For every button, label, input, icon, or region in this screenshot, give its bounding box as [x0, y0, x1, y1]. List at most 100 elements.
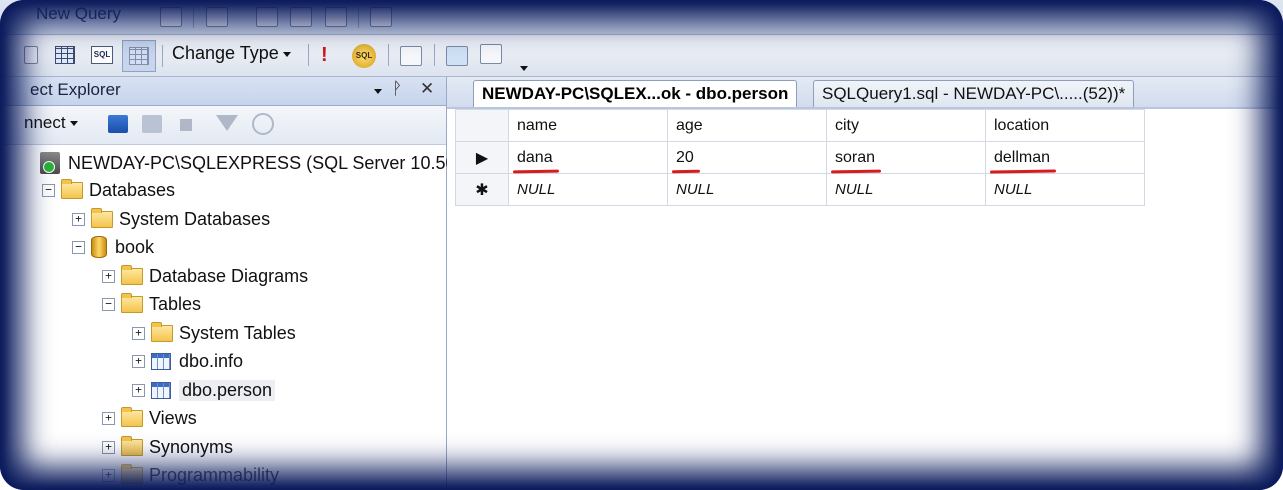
corner-cell[interactable] [455, 109, 509, 142]
tree-item-databases[interactable]: − Databases [42, 177, 175, 203]
cell-city[interactable]: NULL [826, 173, 986, 206]
object-explorer-toolbar: nnect [0, 106, 446, 145]
expand-toggle[interactable]: + [102, 411, 115, 425]
new-row-indicator[interactable]: ✱ [455, 173, 509, 206]
tree-item-label: System Tables [179, 322, 296, 343]
toolbar-icon[interactable] [160, 7, 182, 27]
verify-sql-button[interactable]: SQL [352, 44, 376, 68]
tree-item-programmability[interactable]: + Programmability [102, 462, 279, 488]
tree-item-views[interactable]: + Views [102, 405, 197, 431]
cell-age[interactable]: 20 [667, 141, 827, 174]
stop-icon[interactable] [180, 119, 192, 131]
tree-item-label: Databases [89, 179, 176, 200]
window-position-icon[interactable] [374, 89, 382, 94]
document-area: NEWDAY-PC\SQLEX...ok - dbo.person SQLQue… [447, 77, 1283, 490]
tab-sqlquery1[interactable]: SQLQuery1.sql - NEWDAY-PC\.....(52))* [813, 80, 1135, 107]
change-type-dropdown[interactable]: Change Type [172, 43, 291, 64]
column-header-location[interactable]: location [985, 109, 1145, 142]
connect-dropdown[interactable]: nnect [24, 113, 78, 133]
collapse-toggle[interactable]: − [72, 240, 85, 254]
cell-age[interactable]: NULL [667, 173, 827, 206]
toolbar-icon[interactable] [370, 7, 392, 27]
tab-dbo-person[interactable]: NEWDAY-PC\SQLEX...ok - dbo.person [473, 80, 798, 107]
cell-value: 20 [676, 148, 694, 166]
toolbar-separator [162, 45, 163, 67]
disconnect-icon[interactable] [142, 115, 162, 133]
tree-item-book[interactable]: − book [72, 234, 154, 260]
tree-item-server[interactable]: NEWDAY-PC\SQLEXPRESS (SQL Server 10.50.1 [40, 150, 471, 176]
tree-item-label: dbo.info [179, 350, 244, 371]
add-derived-table-icon[interactable] [480, 44, 502, 64]
table-icon [151, 352, 171, 370]
chevron-down-icon [69, 121, 78, 127]
table-row-new[interactable]: ✱ NULL NULL NULL NULL [455, 173, 1145, 206]
toolbar-separator [434, 44, 435, 66]
pin-icon[interactable]: ᚹ [392, 79, 402, 99]
tree-item-label: Database Diagrams [149, 265, 309, 286]
folder-icon [151, 321, 173, 342]
cell-value: dellman [994, 148, 1051, 166]
filter-icon[interactable] [216, 115, 238, 131]
save-all-icon[interactable] [325, 7, 347, 27]
close-icon[interactable]: ✕ [420, 79, 434, 99]
cell-location[interactable]: dellman [985, 141, 1145, 174]
toolbar-overflow-icon[interactable] [520, 66, 528, 71]
diagram-pane-button[interactable] [22, 41, 40, 69]
sql-pane-button[interactable]: SQL [90, 41, 114, 69]
tree-item-label: Views [149, 407, 197, 428]
folder-icon [121, 292, 143, 313]
add-table-icon[interactable] [446, 46, 468, 66]
folder-icon [121, 463, 143, 484]
connect-object-explorer-icon[interactable] [108, 115, 128, 133]
tree-item-label: Programmability [149, 464, 280, 485]
tree-item-dbo-info[interactable]: + dbo.info [132, 348, 243, 374]
standard-toolbar: New Query [0, 0, 1283, 35]
expand-toggle[interactable]: + [72, 212, 85, 226]
column-header-city[interactable]: city [826, 109, 986, 142]
tree-item-database-diagrams[interactable]: + Database Diagrams [102, 263, 308, 289]
database-icon [91, 236, 107, 258]
refresh-icon[interactable] [252, 113, 274, 135]
cell-name[interactable]: NULL [508, 173, 668, 206]
collapse-toggle[interactable]: − [42, 183, 55, 197]
column-header-name[interactable]: name [508, 109, 668, 142]
cell-city[interactable]: soran [826, 141, 986, 174]
expand-toggle[interactable]: + [132, 326, 145, 340]
tree-item-dbo-person[interactable]: + dbo.person [132, 377, 276, 403]
results-pane-button[interactable] [122, 40, 156, 72]
results-pane-icon [129, 47, 149, 65]
execute-sql-button[interactable]: ! [321, 44, 328, 67]
folder-icon [121, 406, 143, 427]
table-row[interactable]: ▶ dana 20 soran dellman [455, 141, 1145, 174]
panel-title: ect Explorer [30, 80, 121, 99]
cell-name[interactable]: dana [508, 141, 668, 174]
criteria-pane-button[interactable] [54, 41, 76, 69]
tree-item-tables[interactable]: − Tables [102, 291, 201, 317]
tree-item-synonyms[interactable]: + Synonyms [102, 434, 233, 460]
expand-toggle[interactable]: + [102, 440, 115, 454]
object-explorer-titlebar: ect Explorer ᚹ ✕ [0, 77, 446, 106]
expand-toggle[interactable]: + [102, 269, 115, 283]
save-icon[interactable] [290, 7, 312, 27]
toolbar-separator [308, 44, 309, 66]
expand-toggle[interactable]: + [132, 383, 145, 397]
tree-item-system-tables[interactable]: + System Tables [132, 320, 296, 346]
cell-value: soran [835, 148, 876, 166]
new-query-button[interactable]: New Query [36, 4, 121, 24]
tree-item-system-databases[interactable]: + System Databases [72, 206, 270, 232]
tree-item-label: NEWDAY-PC\SQLEXPRESS (SQL Server 10.50.1 [68, 152, 471, 173]
document-tabs: NEWDAY-PC\SQLEX...ok - dbo.person SQLQue… [447, 77, 1283, 109]
expand-toggle[interactable]: + [132, 354, 145, 368]
column-header-age[interactable]: age [667, 109, 827, 142]
toolbar-icon[interactable] [206, 7, 228, 27]
current-row-indicator[interactable]: ▶ [455, 141, 509, 174]
group-by-icon[interactable] [400, 46, 422, 66]
open-file-icon[interactable] [256, 7, 278, 27]
diagram-pane-icon [24, 46, 38, 64]
cell-location[interactable]: NULL [985, 173, 1145, 206]
collapse-toggle[interactable]: − [102, 297, 115, 311]
toolbar-separator [193, 6, 194, 28]
tree-item-label: book [115, 236, 155, 257]
folder-icon [121, 435, 143, 456]
expand-toggle[interactable]: + [102, 468, 115, 482]
